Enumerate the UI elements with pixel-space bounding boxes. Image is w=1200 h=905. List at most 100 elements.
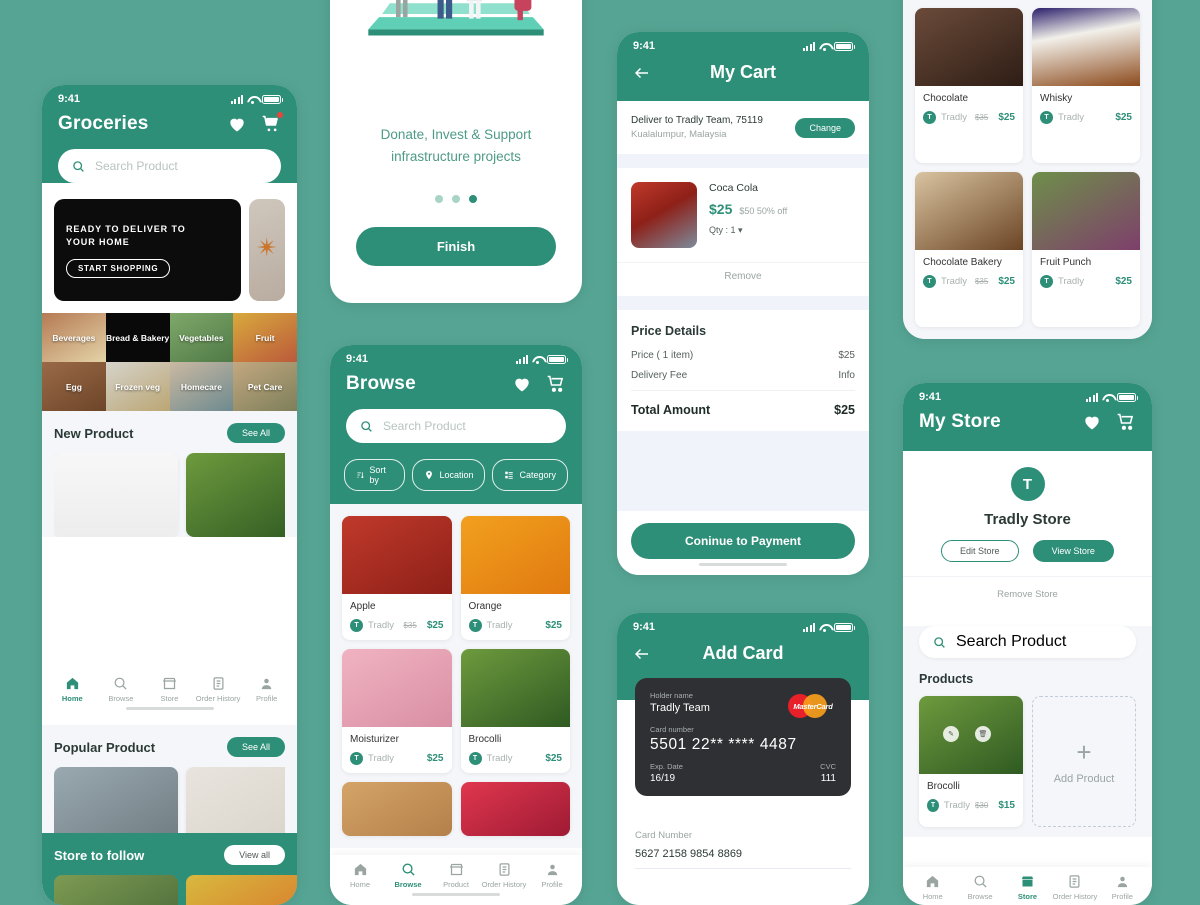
store-card[interactable]	[186, 875, 297, 905]
product-card[interactable]	[461, 782, 571, 836]
product-card[interactable]: Orange T Tradly $25	[461, 516, 571, 640]
product-card[interactable]: Whisky T Tradly $25	[1032, 8, 1140, 163]
pagination-dot[interactable]	[435, 195, 443, 203]
price-row-value[interactable]: Info	[838, 370, 855, 381]
back-arrow-icon[interactable]	[633, 645, 651, 663]
edit-product-icon[interactable]: ✎	[943, 726, 959, 742]
category-tile[interactable]: Frozen veg	[106, 362, 170, 411]
edit-store-button[interactable]: Edit Store	[941, 540, 1019, 562]
add-product-button[interactable]: + Add Product	[1032, 696, 1136, 827]
location-filter[interactable]: Location	[412, 459, 485, 491]
bottom-nav-browse[interactable]: Home Browse Product Order History Profil…	[330, 855, 582, 905]
nav-item-profile[interactable]: Profile	[1099, 874, 1146, 901]
back-arrow-icon[interactable]	[633, 64, 651, 82]
search-input[interactable]: Search Product	[58, 149, 281, 183]
category-tile[interactable]: Bread & Bakery	[106, 313, 170, 362]
sort-by-filter[interactable]: Sort by	[344, 459, 405, 491]
product-card[interactable]: Chocolate T Tradly $35 $25	[915, 8, 1023, 163]
bottom-nav-my-store[interactable]: Home Browse Store Order History Profile	[903, 867, 1152, 905]
exp-date-value: 16/19	[650, 773, 683, 784]
search-input[interactable]: Search Product	[346, 409, 566, 443]
nav-item-store[interactable]: Store	[145, 676, 194, 703]
nav-item-home[interactable]: Home	[48, 676, 97, 703]
store-search-input[interactable]: Search Product	[919, 626, 1136, 658]
view-all-button[interactable]: View all	[224, 845, 285, 865]
nav-item-product[interactable]: Product	[432, 862, 480, 889]
browse-product-grid: Apple T Tradly $35 $25 Orange T Tradly $…	[330, 504, 582, 848]
nav-item-home[interactable]: Home	[909, 874, 956, 901]
delete-product-icon[interactable]: 🗑	[975, 726, 991, 742]
category-filter[interactable]: Category	[492, 459, 568, 491]
remove-store-button[interactable]: Remove Store	[903, 576, 1152, 612]
finish-button[interactable]: Finish	[356, 227, 556, 266]
nav-item-profile[interactable]: Profile	[528, 862, 576, 889]
product-card[interactable]: Moisturizer T Tradly $25	[342, 649, 452, 773]
category-tile[interactable]: Beverages	[42, 313, 106, 362]
phone-my-store-screen: 9:41 My Store T Tradly Store Edit Store …	[903, 383, 1152, 905]
product-card[interactable]: Brocolli T Tradly $25	[461, 649, 571, 773]
nav-item-home[interactable]: Home	[336, 862, 384, 889]
product-card[interactable]	[342, 782, 452, 836]
card-number-field-value[interactable]: 5627 2158 9854 8869	[635, 848, 851, 869]
product-name: Whisky	[1040, 93, 1132, 104]
cart-button[interactable]	[261, 114, 281, 134]
product-card[interactable]: Fruit Punch T Tradly $25	[1032, 172, 1140, 327]
product-card[interactable]: Chocolate Bakery T Tradly $35 $25	[915, 172, 1023, 327]
category-label: Vegetables	[179, 333, 223, 343]
wifi-icon	[819, 42, 830, 51]
cart-item-qty-selector[interactable]: Qty : 1 ▾	[709, 225, 855, 236]
product-card[interactable]	[54, 453, 178, 537]
category-tile[interactable]: Pet Care	[233, 362, 297, 411]
category-label: Egg	[66, 382, 82, 392]
product-card[interactable]: Apple T Tradly $35 $25	[342, 516, 452, 640]
heart-icon[interactable]	[227, 114, 247, 134]
heart-icon[interactable]	[1082, 412, 1102, 432]
pagination-dot[interactable]	[452, 195, 460, 203]
category-tile[interactable]: Vegetables	[170, 313, 234, 362]
view-store-button[interactable]: View Store	[1033, 540, 1114, 562]
nav-item-order-history[interactable]: Order History	[1051, 874, 1098, 901]
nav-item-browse[interactable]: Browse	[97, 676, 146, 703]
store-product-card[interactable]: ✎ 🗑 Brocolli T Tradly $30 $15	[919, 696, 1023, 827]
promo-banner-next[interactable]: ✴	[249, 199, 285, 301]
change-address-button[interactable]: Change	[795, 118, 855, 138]
remove-item-button[interactable]: Remove	[617, 262, 869, 296]
pagination-dot-active[interactable]	[469, 195, 477, 203]
start-shopping-button[interactable]: START SHOPPING	[66, 259, 170, 278]
nav-item-order-history[interactable]: Order History	[194, 676, 243, 703]
nav-item-store[interactable]: Store	[1004, 874, 1051, 901]
cart-icon[interactable]	[1116, 412, 1136, 432]
filter-pills[interactable]: Sort by Location Category	[330, 459, 582, 504]
heart-icon[interactable]	[512, 374, 532, 394]
price-details-section: Price Details Price ( 1 item) $25 Delive…	[617, 310, 869, 431]
pagination-dots[interactable]	[435, 195, 477, 203]
promo-banner-main[interactable]: READY TO DELIVER TO YOUR HOME START SHOP…	[54, 199, 241, 301]
product-price: $25	[1115, 276, 1132, 287]
battery-icon	[834, 42, 853, 51]
product-card[interactable]	[186, 453, 285, 537]
nav-item-profile[interactable]: Profile	[242, 676, 291, 703]
promo-banner[interactable]: READY TO DELIVER TO YOUR HOME START SHOP…	[54, 199, 285, 301]
store-row[interactable]	[54, 875, 285, 905]
cvc-value: 111	[820, 773, 836, 784]
phone-product-grid-screen: Chocolate T Tradly $35 $25 Whisky T Trad…	[903, 0, 1152, 339]
continue-to-payment-button[interactable]: Coninue to Payment	[631, 523, 855, 559]
see-all-button[interactable]: See All	[227, 737, 285, 757]
card-number-field[interactable]: Card Number 5627 2158 9854 8869	[617, 830, 869, 869]
cart-icon[interactable]	[546, 374, 566, 394]
see-all-button[interactable]: See All	[227, 423, 285, 443]
nav-item-order-history[interactable]: Order History	[480, 862, 528, 889]
nav-label: Home	[350, 880, 370, 889]
onboarding-headline-line1: Donate, Invest & Support	[381, 124, 532, 146]
category-tile[interactable]: Egg	[42, 362, 106, 411]
credit-card-preview[interactable]: MasterCard Holder name Tradly Team Card …	[617, 678, 869, 796]
category-tile[interactable]: Homecare	[170, 362, 234, 411]
nav-item-browse[interactable]: Browse	[384, 862, 432, 889]
store-card[interactable]	[54, 875, 178, 905]
nav-item-browse[interactable]: Browse	[956, 874, 1003, 901]
product-row[interactable]	[54, 453, 285, 537]
category-tile[interactable]: Fruit	[233, 313, 297, 362]
bottom-nav-home[interactable]: Home Browse Store Order History Profile	[42, 670, 297, 717]
new-product-section: New Product See All	[42, 411, 297, 537]
cart-item-image	[631, 182, 697, 248]
